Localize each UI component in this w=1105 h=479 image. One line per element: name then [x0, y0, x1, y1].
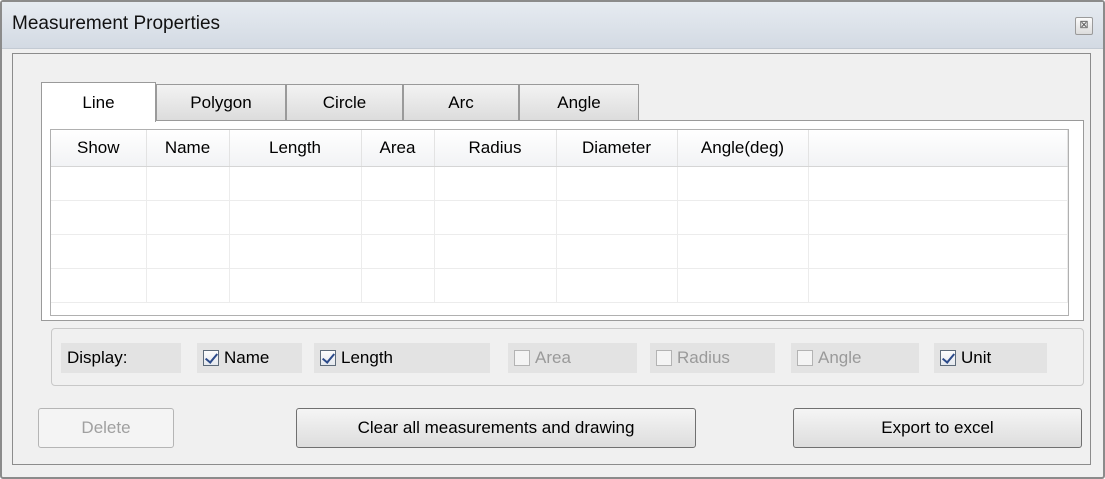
column-header-diameter[interactable]: Diameter	[556, 130, 678, 167]
checkbox-unchecked-icon	[656, 350, 672, 366]
checkbox-area-label: Area	[535, 348, 571, 367]
grid-header-row: Show Name Length Area Radius Diameter An…	[51, 130, 1068, 167]
column-header-length[interactable]: Length	[229, 130, 362, 167]
checkbox-checked-icon[interactable]	[940, 350, 956, 366]
checkbox-unchecked-icon	[514, 350, 530, 366]
table-row[interactable]	[51, 166, 1068, 201]
checkbox-angle: Angle	[791, 343, 919, 373]
checkbox-checked-icon[interactable]	[203, 350, 219, 366]
checkbox-area: Area	[508, 343, 637, 373]
checkbox-checked-icon[interactable]	[320, 350, 336, 366]
tab-arc[interactable]: Arc	[403, 84, 519, 120]
export-to-excel-button[interactable]: Export to excel	[793, 408, 1082, 448]
column-header-area[interactable]: Area	[361, 130, 435, 167]
tab-circle[interactable]: Circle	[286, 84, 403, 120]
close-icon[interactable]: ⊠	[1075, 17, 1093, 35]
window-title: Measurement Properties	[12, 13, 221, 34]
checkbox-radius: Radius	[650, 343, 775, 373]
checkbox-unit[interactable]: Unit	[934, 343, 1047, 373]
table-row[interactable]	[51, 200, 1068, 235]
table-row[interactable]	[51, 268, 1068, 303]
checkbox-name-label: Name	[224, 348, 270, 367]
checkbox-radius-label: Radius	[677, 348, 730, 367]
checkbox-length[interactable]: Length	[314, 343, 490, 373]
table-row[interactable]	[51, 234, 1068, 269]
column-header-angle[interactable]: Angle(deg)	[677, 130, 809, 167]
column-header-name[interactable]: Name	[146, 130, 230, 167]
tab-line[interactable]: Line	[41, 82, 156, 122]
tab-angle[interactable]: Angle	[519, 84, 639, 120]
checkbox-unit-label: Unit	[961, 348, 992, 367]
dialog-body: Line Polygon Circle Arc Angle Show Name …	[12, 53, 1091, 465]
tab-panel-line: Show Name Length Area Radius Diameter An…	[41, 120, 1084, 321]
column-header-show[interactable]: Show	[51, 130, 147, 167]
display-label: Display:	[67, 348, 128, 367]
checkbox-name[interactable]: Name	[197, 343, 302, 373]
checkbox-angle-label: Angle	[818, 348, 862, 367]
title-bar: Measurement Properties ⊠	[2, 2, 1103, 49]
checkbox-unchecked-icon	[797, 350, 813, 366]
clear-all-button[interactable]: Clear all measurements and drawing	[296, 408, 696, 448]
display-label-chip: Display:	[61, 343, 181, 373]
checkbox-length-label: Length	[341, 348, 393, 367]
measurement-properties-window: Measurement Properties ⊠ Line Polygon Ci…	[0, 0, 1105, 479]
measurements-grid[interactable]: Show Name Length Area Radius Diameter An…	[50, 129, 1069, 316]
column-header-filler	[808, 130, 1068, 167]
column-header-radius[interactable]: Radius	[434, 130, 557, 167]
delete-button[interactable]: Delete	[38, 408, 174, 448]
tab-polygon[interactable]: Polygon	[156, 84, 286, 120]
display-options-group: Display: Name Length Area Radius Angle U…	[51, 328, 1084, 386]
